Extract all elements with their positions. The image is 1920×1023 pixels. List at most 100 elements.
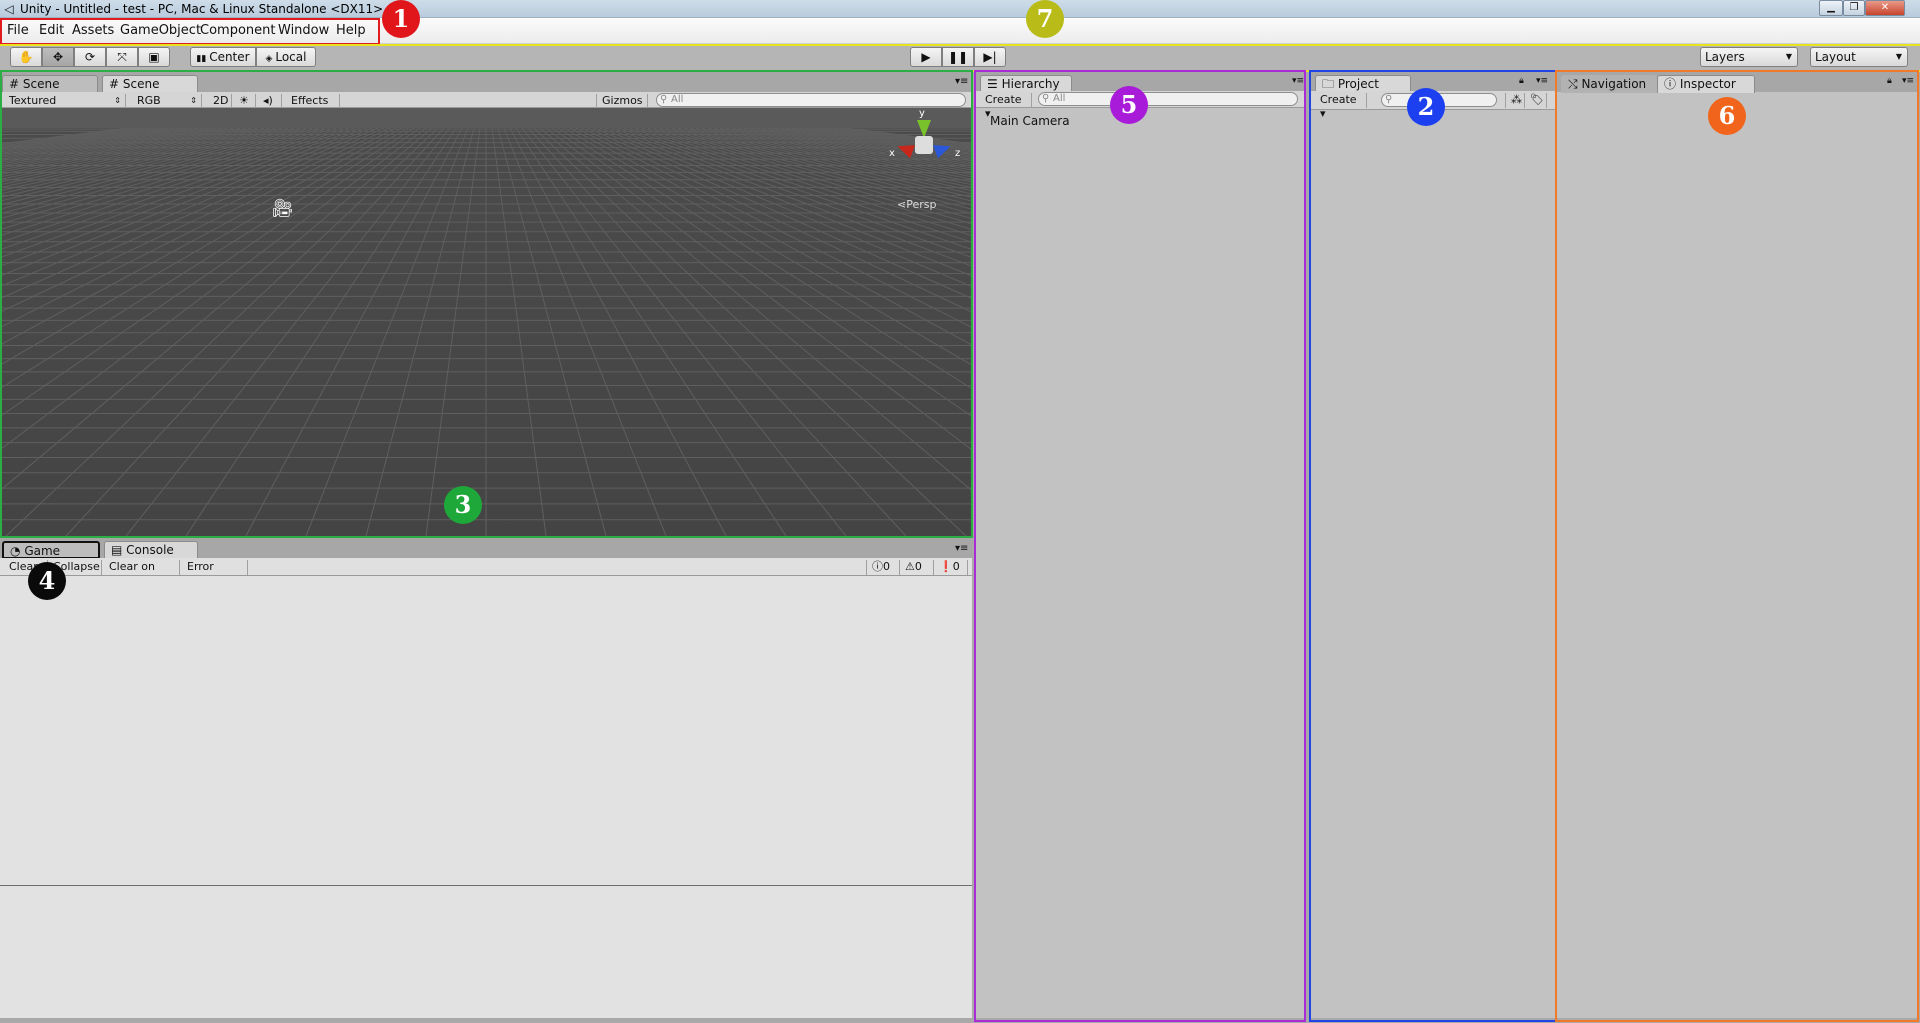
menu-window[interactable]: Window <box>278 23 329 38</box>
scale-icon[interactable]: ⤧ <box>106 47 138 67</box>
annotation-badge-6: 6 <box>1708 97 1746 135</box>
grid-line <box>1 127 271 185</box>
grid-line <box>497 127 607 536</box>
close-icon[interactable]: ✕ <box>1865 0 1905 16</box>
project-create-button[interactable]: Create ▾ <box>1315 93 1367 120</box>
lock-icon[interactable]: 🔒︎ <box>1519 76 1524 86</box>
layers-dropdown[interactable]: Layers ▼ <box>1700 47 1798 67</box>
panel-menu-icon[interactable]: ▾≡ <box>955 76 968 87</box>
scene-search-input[interactable]: ⚲ All <box>656 93 966 107</box>
shading-mode-dropdown[interactable]: Textured ⇕ <box>4 94 126 109</box>
grid-line <box>605 127 971 267</box>
rotate-icon[interactable]: ⟳ <box>74 47 106 67</box>
panel-menu-icon[interactable]: ▾≡ <box>955 543 968 554</box>
orientation-gizmo[interactable]: y x z <box>889 108 960 176</box>
grid-line <box>767 127 971 162</box>
error-filter-toggle[interactable]: ❗0 <box>934 560 968 575</box>
grid-line <box>5 127 439 536</box>
filter-by-label-icon[interactable]: 🏷︎ <box>1525 93 1547 108</box>
pivot-local-button[interactable]: ◈ Local <box>256 47 316 67</box>
window-title-bar: ◁ Unity - Untitled - test - PC, Mac & Li… <box>0 0 1920 18</box>
tab-navigation[interactable]: ⤭ Navigation <box>1561 75 1657 93</box>
scene-toolbar: Textured⇕ RGB⇕ 2D ☀ ◂) Effects ▾ Gizmos … <box>0 92 972 121</box>
projection-icon: ⋖ <box>897 198 907 211</box>
pivot-icon: ▮▮ <box>196 54 210 64</box>
lock-icon[interactable]: 🔒︎ <box>1887 76 1892 86</box>
annotation-badge-2: 2 <box>1407 88 1445 126</box>
grid-line <box>1 127 385 299</box>
tab-scene-1[interactable]: # Scene <box>2 75 98 93</box>
info-icon: ⓘ <box>1664 77 1677 91</box>
console-detail-area[interactable] <box>0 886 972 1018</box>
play-icon[interactable]: ▶ <box>910 47 942 67</box>
grid-line <box>1 127 343 236</box>
menu-assets[interactable]: Assets <box>72 23 114 38</box>
inspector-panel: ⤭ Navigation ⓘ Inspector 🔒︎ ▾≡ <box>1557 72 1917 1018</box>
gizmos-dropdown[interactable]: Gizmos ▾ <box>596 94 648 121</box>
scene-tabstrip: # Scene # Scene ▾≡ <box>0 72 972 94</box>
local-icon: ◈ <box>265 54 276 64</box>
error-pause-button[interactable]: Error Pause <box>182 560 248 587</box>
dropdown-arrow-icon: ▼ <box>1895 52 1902 61</box>
console-tabstrip: ◔ Game ▤ Console ▾≡ <box>0 538 972 559</box>
tab-inspector[interactable]: ⓘ Inspector <box>1657 75 1755 93</box>
projection-toggle[interactable]: ⋖Persp <box>897 198 936 211</box>
hierarchy-item[interactable]: Main Camera <box>990 114 1070 128</box>
axis-z-cone <box>933 139 953 159</box>
pivot-center-button[interactable]: ▮▮ Center <box>190 47 256 67</box>
window-title: Unity - Untitled - test - PC, Mac & Linu… <box>20 2 384 16</box>
maximize-icon[interactable]: ❐ <box>1843 0 1865 16</box>
console-log-list[interactable] <box>0 576 972 886</box>
clear-on-play-button[interactable]: Clear on Play <box>104 560 180 587</box>
gizmo-center-cube[interactable] <box>915 136 933 154</box>
menu-help[interactable]: Help <box>336 23 366 38</box>
grid-line <box>629 127 971 236</box>
camera-gizmo-icon[interactable]: 🎥︎ <box>271 198 294 219</box>
minimize-icon[interactable]: ▁ <box>1819 0 1843 16</box>
tab-scene-2[interactable]: # Scene <box>102 75 198 93</box>
scene-viewport[interactable]: 🎥︎ y x z ⋖Persp <box>1 108 971 536</box>
layout-dropdown[interactable]: Layout ▼ <box>1810 47 1908 67</box>
step-icon[interactable]: ▶| <box>974 47 1006 67</box>
filter-by-type-icon[interactable]: ⁂ <box>1505 93 1525 108</box>
grid-line <box>683 127 971 195</box>
grid-line <box>701 127 971 185</box>
grid-line <box>587 127 971 299</box>
grid-line <box>1 127 433 491</box>
lighting-icon[interactable]: ☀ <box>234 94 256 109</box>
grid-line <box>1 127 187 157</box>
unity-icon: ◁ <box>4 2 14 16</box>
grid-line <box>1 127 289 195</box>
hand-icon[interactable]: ✋ <box>10 47 42 67</box>
annotation-badge-7: 7 <box>1026 0 1064 38</box>
grid-line <box>1 127 361 258</box>
menu-gameobject[interactable]: GameObject <box>120 23 201 38</box>
panel-menu-icon[interactable]: ▾≡ <box>1292 76 1304 86</box>
grid-line <box>1 127 193 158</box>
grid-icon: # <box>9 77 20 91</box>
annotation-badge-1: 1 <box>382 0 420 38</box>
move-icon[interactable]: ✥ <box>42 47 74 67</box>
dropdown-arrow-icon: ⇕ <box>114 96 121 105</box>
panel-menu-icon[interactable]: ▾≡ <box>1902 76 1914 86</box>
main-toolbar: ✋ ✥ ⟳ ⤧ ▣ ▮▮ Center ◈ Local ▶ ❚❚ ▶| Laye… <box>0 44 1920 71</box>
warning-filter-toggle[interactable]: ⚠0 <box>900 560 934 575</box>
tab-game[interactable]: ◔ Game <box>2 541 100 559</box>
menu-file[interactable]: File <box>7 23 29 38</box>
effects-dropdown[interactable]: Effects ▾ <box>286 94 340 121</box>
pause-icon[interactable]: ❚❚ <box>942 47 974 67</box>
render-mode-dropdown[interactable]: RGB ⇕ <box>132 94 202 109</box>
console-icon: ▤ <box>111 543 123 557</box>
menu-component[interactable]: Component <box>200 23 275 38</box>
grid-line <box>365 127 475 536</box>
menu-edit[interactable]: Edit <box>39 23 64 38</box>
grid-line <box>779 127 971 158</box>
tab-console[interactable]: ▤ Console <box>104 541 198 559</box>
hierarchy-create-button[interactable]: Create ▾ <box>980 93 1032 120</box>
2d-toggle[interactable]: 2D <box>208 94 232 109</box>
hierarchy-search-input[interactable]: ⚲ All <box>1038 92 1298 106</box>
info-filter-toggle[interactable]: ⓘ0 <box>866 560 900 575</box>
audio-icon[interactable]: ◂) <box>258 94 282 109</box>
panel-menu-icon[interactable]: ▾≡ <box>1536 76 1548 86</box>
rect-icon[interactable]: ▣ <box>138 47 170 67</box>
